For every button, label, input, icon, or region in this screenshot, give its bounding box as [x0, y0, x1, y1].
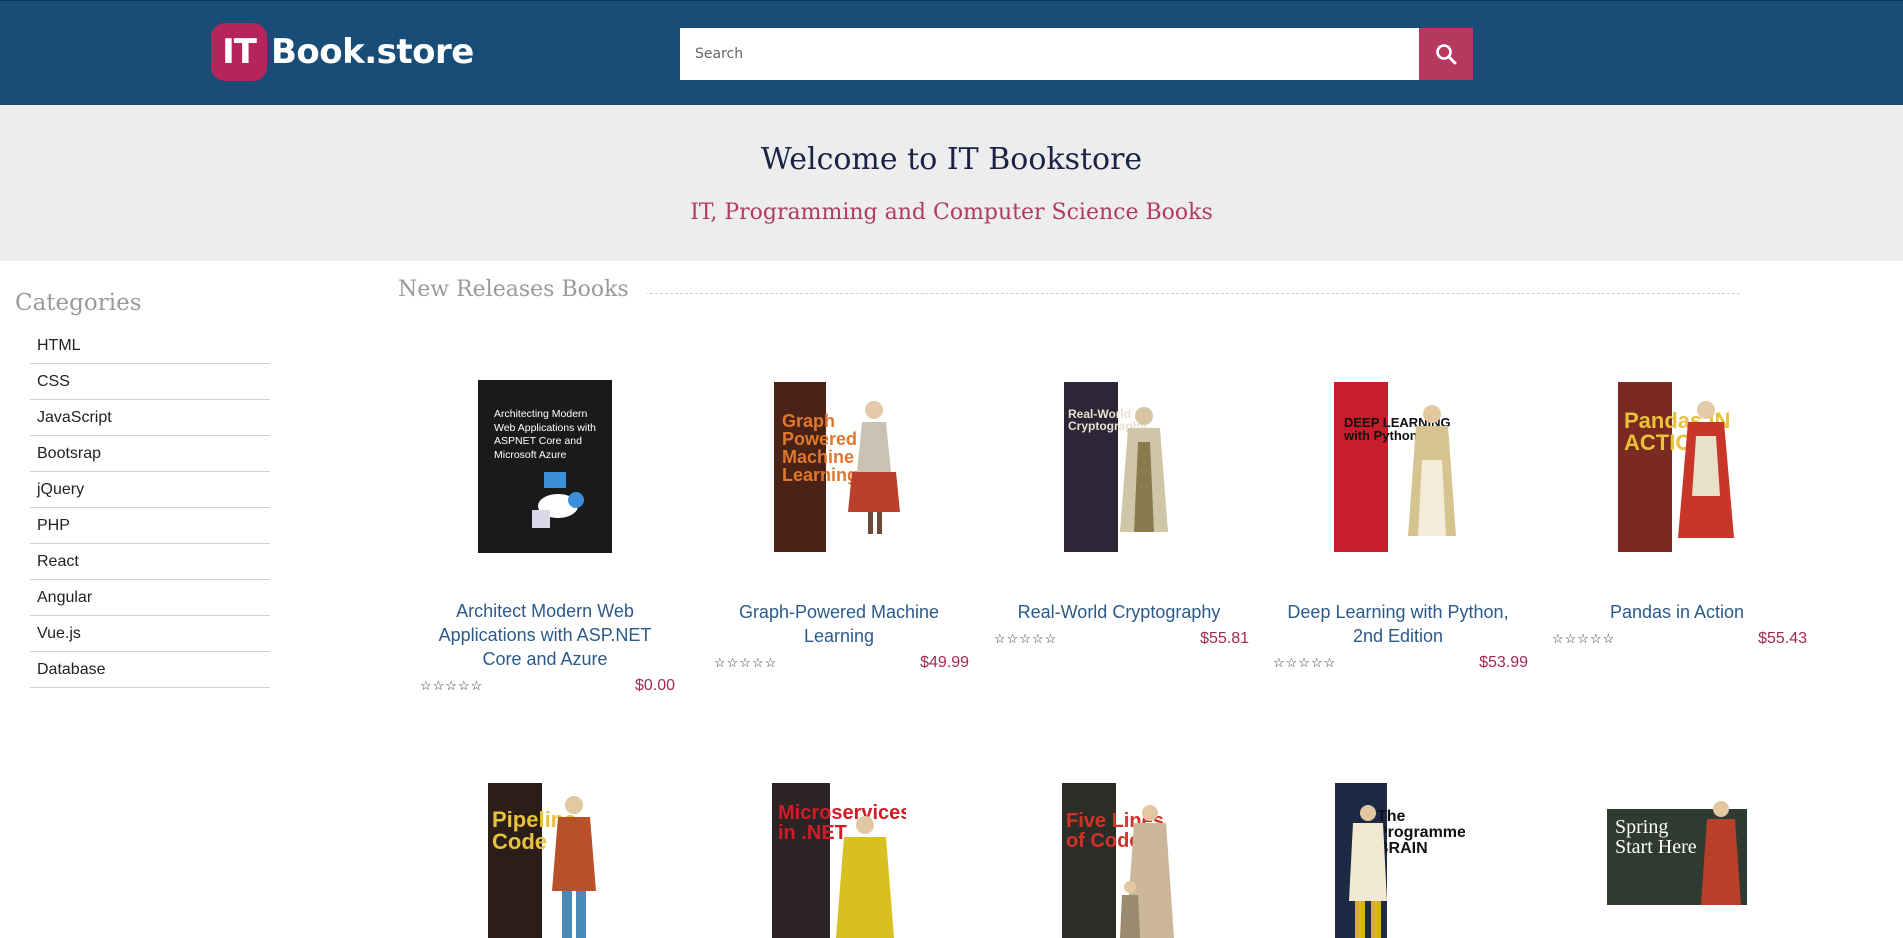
- book-meta: ☆☆☆☆☆ $53.99: [1258, 654, 1538, 672]
- book-card: Real-World Cryptography Real-World Crypt…: [979, 382, 1259, 648]
- logo-text: Book.store: [271, 32, 474, 72]
- category-item-angular[interactable]: Angular: [30, 580, 270, 616]
- category-item-vuejs[interactable]: Vue.js: [30, 616, 270, 652]
- book-title-link[interactable]: Real-World Cryptography: [979, 600, 1259, 624]
- rating-stars: ☆☆☆☆☆: [1273, 655, 1337, 670]
- figure-illustration: [1120, 407, 1168, 532]
- book-cover[interactable]: Pandas IN ACTION: [1610, 382, 1744, 552]
- category-item-php[interactable]: PHP: [30, 508, 270, 544]
- book-card: Spring Start Here: [1537, 783, 1817, 938]
- sidebar-title: Categories: [15, 290, 142, 316]
- search-button[interactable]: [1419, 28, 1473, 80]
- hero-subtitle: IT, Programming and Computer Science Boo…: [690, 200, 1213, 225]
- book-card: Graph Powered Machine Learning Graph-Pow…: [699, 382, 979, 672]
- book-cover[interactable]: Pipeline Code: [478, 783, 612, 938]
- book-title-link[interactable]: Pandas in Action: [1537, 600, 1817, 624]
- book-card: Pandas IN ACTION Pandas in Action ☆☆☆☆☆ …: [1537, 382, 1817, 648]
- figure-illustration: [1678, 401, 1734, 538]
- figure-illustration: [848, 401, 900, 534]
- cloud-icon: [532, 472, 584, 528]
- book-price: $55.43: [1758, 630, 1807, 647]
- category-item-database[interactable]: Database: [30, 652, 270, 688]
- logo-badge: IT: [211, 23, 267, 81]
- book-cover[interactable]: Five Lines of Code: [1052, 783, 1186, 938]
- figure-illustration: [1349, 805, 1387, 938]
- book-meta: ☆☆☆☆☆ $0.00: [405, 677, 685, 695]
- figure-illustration: [1120, 805, 1174, 938]
- rating-stars: ☆☆☆☆☆: [714, 655, 778, 670]
- book-card: Architecting Modern Web Applications wit…: [405, 380, 685, 695]
- book-card: Five Lines of Code: [979, 783, 1259, 938]
- category-item-jquery[interactable]: jQuery: [30, 472, 270, 508]
- search-input[interactable]: [680, 28, 1419, 80]
- hero-banner: Welcome to IT Bookstore IT, Programming …: [0, 105, 1903, 261]
- figure-illustration: [1408, 405, 1456, 536]
- rating-stars: ☆☆☆☆☆: [420, 678, 484, 693]
- cover-text: Architecting Modern Web Applications wit…: [494, 408, 596, 461]
- book-meta: ☆☆☆☆☆ $55.43: [1537, 630, 1817, 648]
- book-cover[interactable]: The Programmer's BRAIN: [1331, 783, 1465, 938]
- book-card: DEEP LEARNING with Python Deep Learning …: [1258, 382, 1538, 672]
- figure-illustration: [1701, 801, 1741, 905]
- search-icon: [1436, 44, 1457, 65]
- cover-text: Spring Start Here: [1615, 816, 1697, 858]
- book-title-link[interactable]: Deep Learning with Python, 2nd Edition: [1258, 600, 1538, 648]
- book-meta: ☆☆☆☆☆ $55.81: [979, 630, 1259, 648]
- category-item-css[interactable]: CSS: [30, 364, 270, 400]
- book-price: $0.00: [634, 677, 675, 694]
- book-cover[interactable]: Microservices in .NET: [772, 783, 906, 938]
- book-card: Microservices in .NET: [699, 783, 979, 938]
- category-item-react[interactable]: React: [30, 544, 270, 580]
- book-cover[interactable]: Architecting Modern Web Applications wit…: [478, 380, 612, 553]
- book-card: The Programmer's BRAIN: [1258, 783, 1538, 938]
- book-price: $49.99: [920, 654, 969, 671]
- category-item-bootstrap[interactable]: Bootsrap: [30, 436, 270, 472]
- site-logo[interactable]: IT Book.store: [211, 23, 474, 81]
- book-title-link[interactable]: Graph-Powered Machine Learning: [699, 600, 979, 648]
- rating-stars: ☆☆☆☆☆: [994, 631, 1058, 646]
- category-list: HTML CSS JavaScript Bootsrap jQuery PHP …: [30, 328, 270, 688]
- rating-stars: ☆☆☆☆☆: [1552, 631, 1616, 646]
- category-item-javascript[interactable]: JavaScript: [30, 400, 270, 436]
- book-cover[interactable]: Graph Powered Machine Learning: [774, 382, 904, 552]
- section-title: New Releases Books: [398, 277, 647, 302]
- book-cover[interactable]: Real-World Cryptography: [1054, 382, 1184, 552]
- section-divider: [640, 293, 1740, 294]
- search-bar: [680, 28, 1473, 80]
- categories-sidebar: Categories HTML CSS JavaScript Bootsrap …: [15, 290, 270, 688]
- book-title-link[interactable]: Architect Modern Web Applications with A…: [405, 599, 685, 671]
- book-price: $55.81: [1200, 630, 1249, 647]
- book-price: $53.99: [1479, 654, 1528, 671]
- figure-illustration: [836, 816, 894, 938]
- site-header: IT Book.store: [0, 0, 1903, 105]
- category-item-html[interactable]: HTML: [30, 328, 270, 364]
- book-card: Pipeline Code: [405, 783, 685, 938]
- figure-illustration: [552, 796, 596, 938]
- book-cover[interactable]: Spring Start Here: [1607, 783, 1747, 938]
- book-meta: ☆☆☆☆☆ $49.99: [699, 654, 979, 672]
- hero-title: Welcome to IT Bookstore: [760, 142, 1143, 177]
- book-cover[interactable]: DEEP LEARNING with Python: [1332, 382, 1464, 552]
